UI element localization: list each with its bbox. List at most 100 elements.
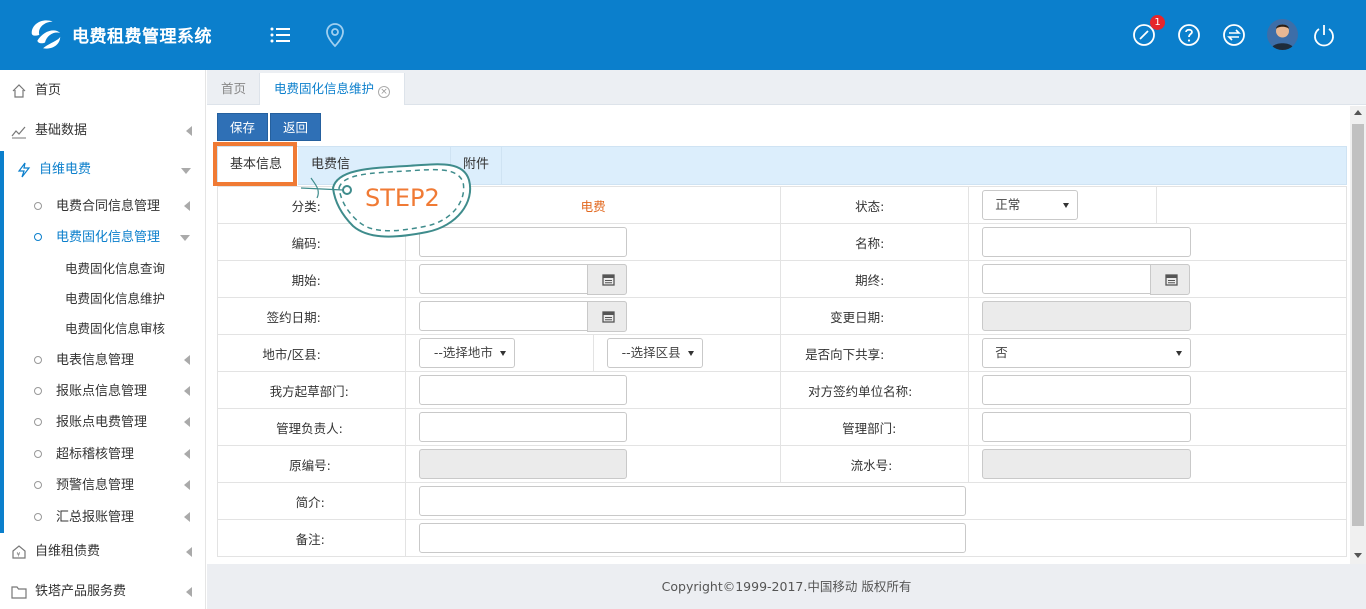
calendar-button[interactable] bbox=[586, 263, 627, 295]
bullet-icon bbox=[34, 387, 42, 395]
china-mobile-logo bbox=[31, 20, 61, 49]
original-code-input bbox=[418, 449, 627, 479]
sidebar-leaf-audit[interactable]: 电费固化信息审核 bbox=[65, 314, 165, 344]
collapse-arrow-icon bbox=[184, 449, 190, 459]
status-label: 状态: bbox=[780, 186, 970, 224]
share-down-select[interactable]: 否 bbox=[982, 338, 1192, 368]
calendar-icon bbox=[1165, 273, 1178, 286]
collapse-arrow-icon bbox=[184, 480, 190, 490]
calendar-icon bbox=[602, 273, 615, 286]
sidebar-item-rent[interactable]: ¥ 自维租债费 bbox=[0, 535, 206, 569]
sidebar-item-self-maintained-electricity[interactable]: 自维电费 bbox=[0, 153, 206, 187]
footer-copyright: Copyright©1999-2017.中国移动 版权所有 bbox=[207, 564, 1366, 609]
help-icon[interactable] bbox=[1174, 20, 1204, 50]
intro-input[interactable] bbox=[418, 486, 966, 516]
location-pin-icon[interactable] bbox=[320, 20, 350, 50]
save-button[interactable]: 保存 bbox=[217, 113, 269, 141]
tab-home[interactable]: 首页 bbox=[207, 73, 260, 105]
start-date-label: 期始: bbox=[217, 260, 406, 298]
dropdown-caret-icon bbox=[499, 351, 506, 356]
collapse-arrow-icon bbox=[184, 355, 190, 365]
sign-date-label: 签约日期: bbox=[217, 297, 406, 335]
sidebar-subitem-warning[interactable]: 预警信息管理 bbox=[0, 470, 206, 501]
sidebar-item-home[interactable]: 首页 bbox=[0, 74, 206, 108]
house-money-icon: ¥ bbox=[12, 545, 26, 559]
status-select[interactable]: 正常 bbox=[982, 190, 1079, 220]
app-title: 电费租费管理系统 bbox=[72, 27, 212, 47]
back-button[interactable]: 返回 bbox=[270, 113, 322, 141]
end-date-label: 期终: bbox=[780, 260, 970, 298]
sidebar-subitem-reimburse-point[interactable]: 报账点信息管理 bbox=[0, 376, 206, 407]
top-header: 电费租费管理系统 1 bbox=[0, 0, 1366, 70]
manager-input[interactable] bbox=[418, 412, 627, 442]
collapse-arrow-icon bbox=[184, 386, 190, 396]
sidebar-item-basic-data[interactable]: 基础数据 bbox=[0, 114, 206, 148]
sidebar-subitem-meter[interactable]: 电表信息管理 bbox=[0, 345, 206, 376]
serial-number-input bbox=[982, 449, 1192, 479]
switch-icon[interactable] bbox=[1219, 20, 1249, 50]
change-date-label: 变更日期: bbox=[780, 297, 970, 335]
bullet-icon bbox=[34, 202, 42, 210]
intro-label: 简介: bbox=[217, 482, 406, 520]
sidebar-subitem-solidified-info[interactable]: 电费固化信息管理 bbox=[0, 222, 206, 253]
menu-list-icon[interactable] bbox=[266, 20, 296, 50]
counterparty-label: 对方签约单位名称: bbox=[780, 371, 970, 409]
collapse-arrow-icon bbox=[186, 587, 192, 597]
power-logout-icon[interactable] bbox=[1309, 20, 1339, 50]
remark-input[interactable] bbox=[418, 523, 966, 553]
close-icon[interactable]: × bbox=[378, 86, 391, 98]
draft-dept-label: 我方起草部门: bbox=[217, 371, 406, 409]
content-scrollbar[interactable] bbox=[1350, 106, 1366, 564]
scroll-up-arrow-icon[interactable] bbox=[1354, 110, 1362, 115]
bullet-icon bbox=[34, 481, 42, 489]
collapse-arrow-icon bbox=[184, 417, 190, 427]
bullet-icon bbox=[34, 356, 42, 364]
page-tabs: 首页 电费固化信息维护 × bbox=[207, 70, 1366, 105]
sidebar-subitem-overlimit-audit[interactable]: 超标稽核管理 bbox=[0, 439, 206, 470]
main-content: 保存 返回 基本信息 电费信 附件 分类: 电费 状态: 正常 编码: 名称: bbox=[207, 106, 1366, 564]
sign-date-picker[interactable] bbox=[418, 300, 627, 332]
scrollbar-thumb[interactable] bbox=[1352, 124, 1364, 526]
serial-number-label: 流水号: bbox=[780, 445, 970, 483]
end-date-picker[interactable] bbox=[982, 263, 1191, 295]
bullet-icon bbox=[34, 418, 42, 426]
sidebar-subitem-summary[interactable]: 汇总报账管理 bbox=[0, 502, 206, 533]
home-icon bbox=[12, 84, 26, 98]
name-input[interactable] bbox=[982, 227, 1192, 257]
expand-arrow-icon bbox=[180, 235, 190, 241]
sidebar-subitem-reimburse-electricity[interactable]: 报账点电费管理 bbox=[0, 407, 206, 438]
svg-text:¥: ¥ bbox=[17, 552, 21, 559]
bullet-icon bbox=[34, 513, 42, 521]
tab-solidified-maintain[interactable]: 电费固化信息维护 × bbox=[259, 73, 406, 105]
sidebar-item-tower-service[interactable]: 铁塔产品服务费 bbox=[0, 575, 206, 609]
folder-icon bbox=[11, 586, 27, 599]
manage-dept-input[interactable] bbox=[982, 412, 1192, 442]
calendar-button[interactable] bbox=[1150, 263, 1191, 295]
collapse-arrow-icon bbox=[186, 547, 192, 557]
chart-line-icon bbox=[11, 126, 26, 139]
district-select[interactable]: --选择区县 bbox=[606, 338, 703, 368]
scroll-down-arrow-icon[interactable] bbox=[1354, 553, 1362, 558]
name-label: 名称: bbox=[780, 223, 970, 261]
sidebar: 首页 基础数据 自维电费 电费合同信息管理 电费固化信息管理 电费固化信息查询 … bbox=[0, 70, 206, 609]
sidebar-leaf-query[interactable]: 电费固化信息查询 bbox=[65, 254, 165, 284]
bullet-icon bbox=[34, 233, 42, 241]
bullet-icon bbox=[34, 450, 42, 458]
sidebar-subitem-contract[interactable]: 电费合同信息管理 bbox=[0, 191, 206, 222]
notification-badge: 1 bbox=[1150, 15, 1165, 30]
city-select[interactable]: --选择地市 bbox=[418, 338, 515, 368]
counterparty-input[interactable] bbox=[982, 375, 1192, 405]
calendar-icon bbox=[602, 310, 615, 323]
dropdown-caret-icon bbox=[1176, 351, 1183, 356]
sidebar-leaf-maintain[interactable]: 电费固化信息维护 bbox=[65, 284, 165, 314]
dropdown-caret-icon bbox=[687, 351, 694, 356]
remark-label: 备注: bbox=[217, 519, 406, 557]
share-down-label: 是否向下共享: bbox=[780, 334, 970, 372]
lightning-icon bbox=[17, 162, 31, 178]
step-highlight-box bbox=[213, 142, 297, 186]
draft-dept-input[interactable] bbox=[418, 375, 627, 405]
user-avatar[interactable] bbox=[1267, 19, 1298, 50]
expand-arrow-icon bbox=[181, 168, 191, 174]
calendar-button[interactable] bbox=[586, 300, 627, 332]
start-date-picker[interactable] bbox=[418, 263, 627, 295]
